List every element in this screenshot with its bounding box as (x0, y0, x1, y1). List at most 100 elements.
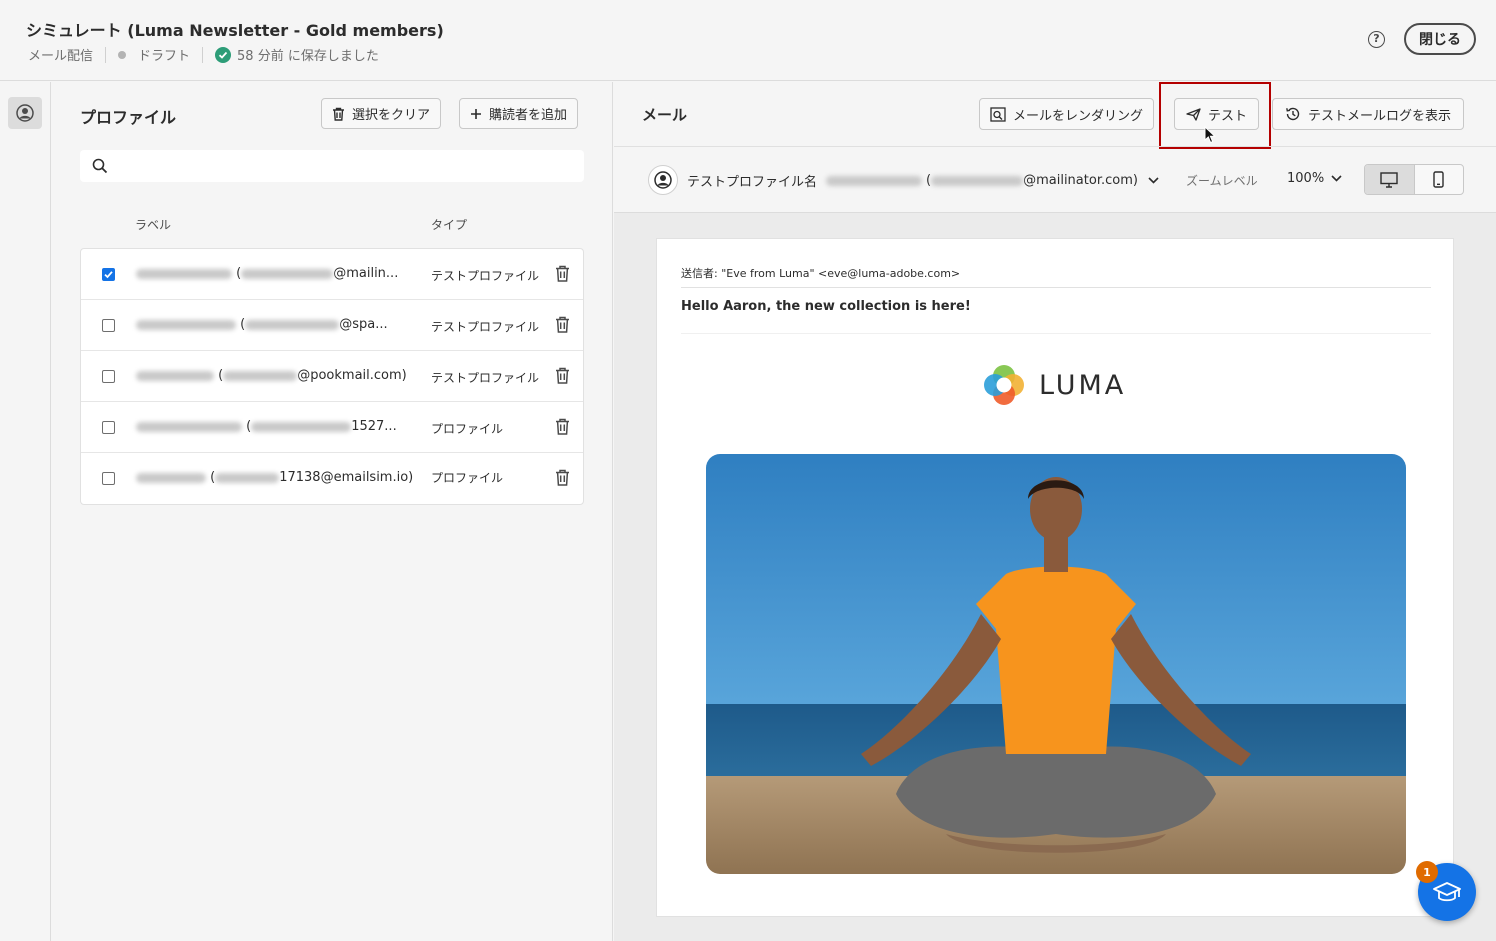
page-title: シミュレート (Luma Newsletter - Gold members) (26, 21, 444, 40)
rail-profile-button[interactable] (8, 97, 42, 129)
redacted-email (245, 319, 340, 330)
email-subject: Hello Aaron, the new collection is here! (681, 299, 971, 314)
email-title: メール (642, 106, 688, 124)
email-suffix: @spa... (339, 317, 388, 332)
row-label: (@spa... (136, 317, 388, 332)
row-checkbox[interactable] (102, 370, 115, 383)
row-checkbox[interactable] (102, 421, 115, 434)
status-label: ドラフト (138, 49, 191, 64)
channel-label: メール配信 (28, 49, 94, 64)
trash-icon[interactable] (555, 316, 570, 333)
view-test-log-label: テストメールログを表示 (1308, 108, 1452, 124)
row-label: (1527... (136, 419, 397, 434)
status-dot-icon (118, 50, 127, 59)
luma-logo: LUMA (981, 362, 1126, 408)
redacted-email (251, 421, 352, 432)
email-preview: 送信者: "Eve from Luma" <eve@luma-adobe.com… (656, 238, 1454, 917)
table-row[interactable]: (@mailin... テストプロファイル (81, 249, 583, 300)
zoom-value[interactable]: 100% (1287, 171, 1324, 186)
profile-search (80, 150, 584, 182)
trash-icon[interactable] (555, 418, 570, 435)
redacted-email (215, 472, 280, 483)
row-checkbox[interactable] (102, 472, 115, 485)
row-checkbox[interactable] (102, 319, 115, 332)
yoga-photo (706, 454, 1406, 874)
render-email-button[interactable]: メールをレンダリング (979, 98, 1155, 130)
redacted-name (136, 370, 214, 381)
redacted-email (931, 175, 1024, 186)
table-row[interactable]: (1527... プロファイル (81, 402, 583, 453)
email-suffix: @pookmail.com) (297, 368, 407, 383)
row-label: (@pookmail.com) (136, 368, 407, 383)
redacted-name (826, 175, 923, 186)
test-profile-label: テストプロファイル名 (687, 175, 818, 190)
desktop-view-button[interactable] (1365, 165, 1415, 194)
search-icon (92, 158, 108, 174)
trash-icon[interactable] (555, 469, 570, 486)
graduation-cap-icon (1433, 882, 1461, 902)
redacted-name (136, 319, 236, 330)
column-header-label[interactable]: ラベル (135, 216, 171, 233)
email-suffix: @mailin... (333, 266, 399, 281)
row-label: (@mailin... (136, 266, 398, 281)
notification-badge: 1 (1416, 861, 1438, 883)
divider (202, 46, 204, 63)
row-checkbox[interactable] (102, 268, 115, 281)
mobile-view-button[interactable] (1415, 165, 1464, 194)
chevron-down-icon (1148, 177, 1159, 184)
trash-icon[interactable] (555, 265, 570, 282)
divider (105, 46, 107, 63)
checkmark-circle-icon (215, 46, 232, 63)
row-label: (17138@emailsim.io) (136, 470, 413, 485)
logo-text: LUMA (1039, 369, 1127, 401)
row-type: テストプロファイル (431, 269, 540, 283)
table-row[interactable]: (17138@emailsim.io) プロファイル (81, 453, 583, 504)
clear-selection-button[interactable]: 選択をクリア (321, 98, 442, 129)
column-header-type[interactable]: タイプ (431, 216, 467, 233)
profiles-panel: プロファイル 選択をクリア 購読者を追加 ラベル タイプ (@mailin...… (52, 82, 613, 941)
history-icon (1286, 107, 1300, 121)
avatar (648, 165, 678, 195)
desktop-icon (1380, 171, 1398, 188)
mouse-pointer-icon (1204, 126, 1216, 144)
checkmark-icon (104, 271, 113, 279)
email-suffix: 17138@emailsim.io) (279, 470, 414, 485)
trash-icon[interactable] (555, 367, 570, 384)
profile-table: (@mailin... テストプロファイル (@spa... テストプロファイル… (80, 248, 584, 505)
redacted-email (223, 370, 298, 381)
sender-line: 送信者: "Eve from Luma" <eve@luma-adobe.com… (681, 267, 961, 280)
row-type: プロファイル (431, 422, 504, 436)
chevron-down-icon[interactable] (1331, 175, 1342, 182)
test-profile-picker[interactable]: テストプロファイル名 ( @mailinator.com) (687, 171, 1159, 190)
divider (614, 146, 1496, 147)
row-type: プロファイル (431, 471, 504, 485)
add-subscriber-label: 購読者を追加 (489, 108, 568, 123)
row-type: テストプロファイル (431, 371, 540, 385)
redacted-name (136, 472, 206, 483)
header: シミュレート (Luma Newsletter - Gold members) … (0, 0, 1496, 81)
device-toggle (1364, 164, 1464, 195)
row-type: テストプロファイル (431, 320, 540, 334)
table-row[interactable]: (@pookmail.com) テストプロファイル (81, 351, 583, 402)
close-button[interactable]: 閉じる (1404, 23, 1476, 55)
luma-logo-icon (984, 365, 1024, 405)
saved-label: 58 分前 に保存しました (237, 49, 379, 64)
hero-image (706, 454, 1406, 874)
profiles-title: プロファイル (80, 108, 177, 127)
email-toolbar: メール メールをレンダリング テスト テストメールログを表示 テストプロファイル… (614, 82, 1496, 213)
add-subscriber-button[interactable]: 購読者を追加 (459, 98, 579, 129)
divider (681, 287, 1431, 288)
view-test-log-button[interactable]: テストメールログを表示 (1272, 98, 1465, 130)
trash-icon (333, 107, 344, 121)
email-suffix: 1527... (351, 419, 397, 434)
user-icon (16, 104, 34, 122)
render-preview-icon (990, 106, 1006, 122)
status-line: メール配信 ドラフト 58 分前 に保存しました (28, 45, 379, 64)
email-body: LUMA (681, 333, 1431, 893)
user-icon (654, 171, 672, 189)
render-email-label: メールをレンダリング (1013, 108, 1144, 124)
table-row[interactable]: (@spa... テストプロファイル (81, 300, 583, 351)
help-icon[interactable]: ? (1368, 31, 1385, 48)
clear-selection-label: 選択をクリア (352, 108, 431, 123)
search-input[interactable] (118, 150, 578, 182)
